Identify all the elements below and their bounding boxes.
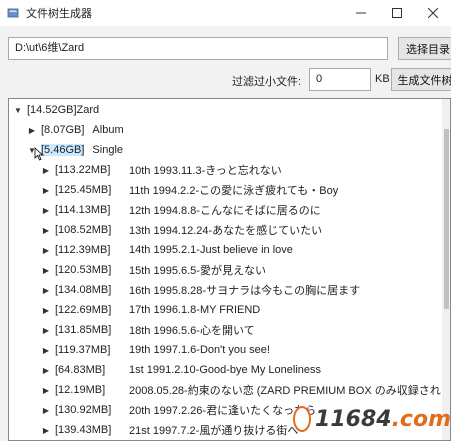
tree-node-name: 15th 1995.6.5-愛が見えない [129,265,266,277]
tree-node-size: [130.92MB] [55,404,112,416]
watermark: 11684.com [293,400,451,438]
watermark-logo-icon [293,406,312,432]
tree-node-album[interactable]: ▶ [8.07GB] Album [27,121,124,139]
tree-node-name: 10th 1993.11.3-きっと忘れない [129,165,282,177]
tree-node-item[interactable]: ▶ [122.69MB] 17th 1996.1.8-MY FRIEND [41,301,260,319]
tree-node-item[interactable]: ▶ [12.19MB] 2008.05.28-約束のない恋 (ZARD PREMIU… [41,381,451,399]
collapsed-arrow-icon[interactable]: ▶ [41,205,51,215]
tree-node-item[interactable]: ▶ [119.37MB] 19th 1997.1.6-Don't you see! [41,341,270,359]
collapsed-arrow-icon[interactable]: ▶ [41,285,51,295]
expanded-arrow-icon[interactable]: ▼ [13,105,23,115]
tree-node-item[interactable]: ▶ [114.13MB] 12th 1994.8.8-こんなにそばに居るのに [41,201,321,219]
close-button[interactable] [415,0,451,26]
tree-node-name: Single [92,144,123,156]
tree-node-size: [139.43MB] [55,424,112,436]
tree-node-item[interactable]: ▶ [108.52MB] 13th 1994.12.24-あなたを感じていたい [41,221,322,239]
generate-tree-button[interactable]: 生成文件树 [391,68,451,91]
select-directory-button[interactable]: 选择目录 [398,37,451,60]
watermark-number: 11684 [315,406,392,432]
collapsed-arrow-icon[interactable]: ▶ [41,345,51,355]
maximize-button[interactable] [379,0,415,26]
tree-node-name: 16th 1995.8.28-サヨナラは今もこの胸に居ます [129,285,361,297]
tree-node-item[interactable]: ▶ [139.43MB] 21st 1997.7.2-風が通り抜ける街へ [41,421,298,439]
collapsed-arrow-icon[interactable]: ▶ [41,185,51,195]
tree-node-name: Zard [76,104,100,116]
tree-node-name: 13th 1994.12.24-あなたを感じていたい [129,225,323,237]
tree-node-name: 12th 1994.8.8-こんなにそばに居るのに [129,205,321,217]
tree-node-item[interactable]: ▶ [130.92MB] 20th 1997.2.26-君に逢いたくなったら [41,401,316,419]
tree-node-size: [120.53MB] [55,264,112,276]
tree-node-item[interactable]: ▶ [120.53MB] 15th 1995.6.5-愛が見えない [41,261,266,279]
tree-node-size: [114.13MB] [55,204,111,216]
title-bar[interactable]: 文件树生成器 [0,0,451,26]
tree-node-size: [8.07GB] [41,124,85,136]
tree-node-size: [64.83MB] [55,364,106,376]
tree-node-size: [122.69MB] [55,304,112,316]
path-input[interactable]: D:\ut\6维\Zard [8,37,388,60]
tree-node-item[interactable]: ▶ [113.22MB] 10th 1993.11.3-きっと忘れない [41,161,282,179]
tree-node-size: [14.52GB] [27,104,77,116]
tree-node-name: 20th 1997.2.26-君に逢いたくなったら [129,405,317,417]
tree-node-name: Album [92,124,124,136]
tree-node-name: 11th 1994.2.2-この愛に泳ぎ疲れても・Boy [129,185,339,197]
collapsed-arrow-icon[interactable]: ▶ [41,265,51,275]
scrollbar-thumb[interactable] [444,129,449,309]
tree-node-item[interactable]: ▶ [112.39MB] 14th 1995.2.1-Just believe in… [41,241,293,259]
tree-node-name: 21st 1997.7.2-風が通り抜ける街へ [129,425,299,437]
collapsed-arrow-icon[interactable]: ▶ [41,425,51,435]
filter-size-input[interactable]: 0 [309,68,371,91]
tree-node-name: 2008.05.28-約束のない恋 (ZARD PREMIUM BOX のみ収録… [129,385,451,397]
maximize-icon [392,8,402,18]
collapsed-arrow-icon[interactable]: ▶ [27,125,37,135]
window-title: 文件树生成器 [26,8,92,20]
tree-node-name: 1st 1991.2.10-Good-bye My Loneliness [129,364,322,376]
collapsed-arrow-icon[interactable]: ▶ [41,245,51,255]
tree-node-name: 17th 1996.1.8-MY FRIEND [129,304,261,316]
tree-node-size: [5.46GB] [41,144,85,156]
tree-node-size: [134.08MB] [55,284,112,296]
tree-node-item[interactable]: ▶ [64.83MB] 1st 1991.2.10-Good-bye My Lone… [41,361,321,379]
collapsed-arrow-icon[interactable]: ▶ [41,305,51,315]
watermark-suffix: .com [391,406,451,432]
tree-node-size: [131.85MB] [55,324,112,336]
filter-label: 过滤过小文件: [232,76,302,88]
tree-node-size: [119.37MB] [55,344,111,356]
tree-node-name: 19th 1997.1.6-Don't you see! [129,344,270,356]
vertical-scrollbar[interactable] [442,99,450,440]
tree-node-item[interactable]: ▶ [131.85MB] 18th 1996.5.6-心を開いて [41,321,255,339]
collapsed-arrow-icon[interactable]: ▶ [41,365,51,375]
tree-node-size: [108.52MB] [55,224,112,236]
tree-node-item[interactable]: ▶ [125.45MB] 11th 1994.2.2-この愛に泳ぎ疲れても・Boy [41,181,338,199]
tree-node-size: [125.45MB] [55,184,112,196]
minimize-button[interactable] [343,0,379,26]
tree-node-root[interactable]: ▼ [14.52GB] Zard [13,101,99,119]
collapsed-arrow-icon[interactable]: ▶ [41,325,51,335]
mouse-cursor-icon [34,147,44,161]
watermark-text: 11684.com [315,407,451,432]
collapsed-arrow-icon[interactable]: ▶ [41,165,51,175]
tree-node-size: [113.22MB] [55,164,111,176]
collapsed-arrow-icon[interactable]: ▶ [41,225,51,235]
app-window: 文件树生成器 D:\ut\6维\Zard 选择目录 过滤过小文件: 0 KB 生… [0,0,451,441]
collapsed-arrow-icon[interactable]: ▶ [41,385,51,395]
close-icon [428,8,438,18]
collapsed-arrow-icon[interactable]: ▶ [41,405,51,415]
window-controls [343,0,451,26]
app-icon [6,6,20,20]
file-tree[interactable]: ▼ [14.52GB] Zard ▶ [8.07GB] Album ▼ [5.4… [8,98,451,441]
filter-unit-label: KB [375,73,390,85]
tree-node-name: 18th 1996.5.6-心を開いて [129,325,255,337]
minimize-icon [356,12,366,14]
tree-node-size: [12.19MB] [55,384,106,396]
tree-node-name: 14th 1995.2.1-Just believe in love [129,244,293,256]
tree-node-size: [112.39MB] [55,244,111,256]
tree-node-item[interactable]: ▶ [134.08MB] 16th 1995.8.28-サヨナラは今もこの胸に居ます [41,281,360,299]
